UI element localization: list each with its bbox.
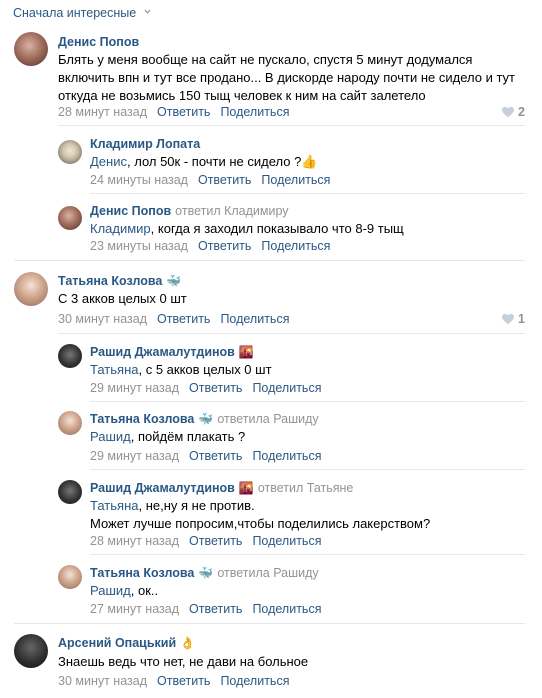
avatar[interactable] (58, 411, 82, 435)
like-count: 1 (518, 312, 525, 326)
emoji: 🐳 (198, 566, 214, 580)
addressee-link[interactable]: Денис (90, 154, 127, 169)
comment-author[interactable]: Денис Попов (58, 35, 139, 49)
share-button[interactable]: Поделиться (220, 105, 289, 119)
reply-button[interactable]: Ответить (198, 239, 251, 253)
share-button[interactable]: Поделиться (252, 381, 321, 395)
divider (14, 260, 525, 261)
heart-icon (502, 106, 515, 118)
comment-text: Рашид, ок.. (90, 583, 159, 598)
addressee-link[interactable]: Татьяна (90, 362, 138, 377)
reply-button[interactable]: Ответить (157, 674, 210, 688)
comment-meta: 23 минуты назад Ответить Поделиться (90, 239, 340, 253)
addressee-link[interactable]: Рашид (90, 583, 131, 598)
addressee-link[interactable]: Татьяна (90, 498, 138, 513)
comment-author[interactable]: Рашид Джамалутдинов 🌇 (90, 345, 254, 359)
divider (90, 193, 525, 194)
replied-to[interactable]: ответил Татьяне (258, 481, 354, 495)
replied-to[interactable]: ответил Кладимиру (175, 204, 288, 218)
comment-text: Татьяна, с 5 акков целых 0 шт (90, 362, 272, 377)
share-button[interactable]: Поделиться (252, 449, 321, 463)
emoji: 🌇 (238, 481, 254, 495)
share-button[interactable]: Поделиться (220, 312, 289, 326)
share-button[interactable]: Поделиться (261, 173, 330, 187)
emoji: 🐳 (198, 412, 214, 426)
sort-label: Сначала интересные (13, 6, 137, 20)
comment-text: Татьяна, не,ну я не против. Может лучше … (90, 498, 431, 531)
divider (58, 333, 525, 334)
comment-author[interactable]: Арсений Опацький 👌 (58, 636, 195, 650)
comment-text: Блять у меня вообще на сайт не пускало, … (58, 52, 516, 103)
emoji: 🐳 (166, 274, 182, 288)
avatar[interactable] (14, 634, 48, 668)
comment-meta: 28 минут назад Ответить Поделиться (58, 105, 299, 119)
avatar[interactable] (14, 32, 48, 66)
avatar[interactable] (58, 344, 82, 368)
reply-button[interactable]: Ответить (189, 534, 242, 548)
like-count: 2 (518, 105, 525, 119)
divider (14, 623, 525, 624)
share-button[interactable]: Поделиться (261, 239, 330, 253)
timestamp[interactable]: 30 минут назад (58, 312, 147, 326)
avatar[interactable] (58, 206, 82, 230)
divider (90, 469, 525, 470)
timestamp[interactable]: 28 минут назад (90, 534, 179, 548)
comment-text: Знаешь ведь что нет, не дави на больное (58, 654, 309, 669)
comment-meta: 30 минут назад Ответить Поделиться (58, 312, 299, 326)
timestamp[interactable]: 29 минут назад (90, 381, 179, 395)
comment-author[interactable]: Татьяна Козлова 🐳 (58, 274, 181, 288)
share-button[interactable]: Поделиться (252, 602, 321, 616)
timestamp[interactable]: 28 минут назад (58, 105, 147, 119)
timestamp[interactable]: 30 минут назад (58, 674, 147, 688)
comment-author[interactable]: Татьяна Козлова 🐳 ответила Рашиду (90, 566, 319, 580)
reply-button[interactable]: Ответить (189, 602, 242, 616)
reply-button[interactable]: Ответить (189, 449, 242, 463)
divider (90, 401, 525, 402)
reply-button[interactable]: Ответить (189, 381, 242, 395)
like-button[interactable]: 2 (501, 105, 525, 119)
avatar[interactable] (58, 565, 82, 589)
reply-button[interactable]: Ответить (157, 105, 210, 119)
comment-meta: 28 минут назад Ответить Поделиться (90, 534, 331, 548)
comment-text: С 3 акков целых 0 шт (58, 291, 187, 306)
reply-button[interactable]: Ответить (198, 173, 251, 187)
comment-meta: 29 минут назад Ответить Поделиться (90, 381, 331, 395)
avatar[interactable] (58, 480, 82, 504)
sort-dropdown[interactable]: Сначала интересные (13, 6, 151, 20)
comment-author[interactable]: Рашид Джамалутдинов 🌇 ответил Татьяне (90, 481, 353, 495)
comment-meta: 30 минут назад Ответить Поделиться (58, 674, 299, 688)
comment-meta: 24 минуты назад Ответить Поделиться (90, 173, 340, 187)
timestamp[interactable]: 23 минуты назад (90, 239, 188, 253)
emoji: 🌇 (238, 345, 254, 359)
comment-author[interactable]: Кладимир Лопата (90, 137, 200, 151)
avatar[interactable] (14, 272, 48, 306)
heart-icon (502, 313, 515, 325)
addressee-link[interactable]: Кладимир (90, 221, 151, 236)
comment-meta: 29 минут назад Ответить Поделиться (90, 449, 331, 463)
comment-text: Кладимир, когда я заходил показывало что… (90, 221, 404, 236)
divider (58, 125, 525, 126)
timestamp[interactable]: 24 минуты назад (90, 173, 188, 187)
share-button[interactable]: Поделиться (252, 534, 321, 548)
comment-author[interactable]: Татьяна Козлова 🐳 ответила Рашиду (90, 412, 319, 426)
share-button[interactable]: Поделиться (220, 674, 289, 688)
like-button[interactable]: 1 (501, 312, 525, 326)
avatar[interactable] (58, 140, 82, 164)
comment-text: Рашид, пойдём плакать ? (90, 429, 246, 444)
replied-to[interactable]: ответила Рашиду (217, 566, 318, 580)
divider (90, 554, 525, 555)
timestamp[interactable]: 27 минут назад (90, 602, 179, 616)
chevron-down-icon (144, 9, 151, 14)
replied-to[interactable]: ответила Рашиду (217, 412, 318, 426)
timestamp[interactable]: 29 минут назад (90, 449, 179, 463)
emoji: 👌 (180, 636, 196, 650)
addressee-link[interactable]: Рашид (90, 429, 131, 444)
comment-author[interactable]: Денис Попов ответил Кладимиру (90, 204, 289, 218)
reply-button[interactable]: Ответить (157, 312, 210, 326)
comment-text: Денис, лол 50к - почти не сидело ?👍 (90, 154, 318, 169)
comment-meta: 27 минут назад Ответить Поделиться (90, 602, 331, 616)
